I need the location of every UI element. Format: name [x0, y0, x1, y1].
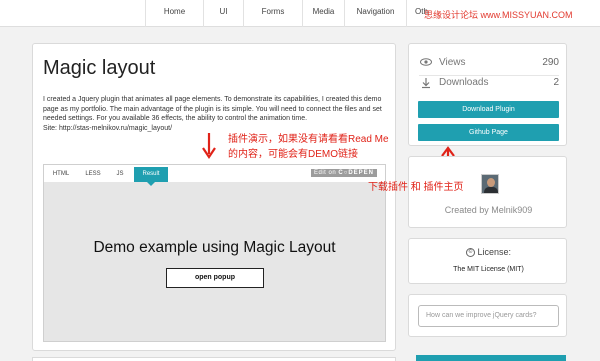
plugin-description: I created a Jquery plugin that animates … [43, 95, 391, 133]
top-nav: Home UI Forms Media Navigation Oth 思缘设计论… [0, 0, 600, 27]
license-icon: © [465, 248, 475, 258]
divider [419, 75, 559, 76]
eye-icon [419, 57, 433, 70]
nav-forms[interactable]: Forms [243, 0, 302, 27]
next-card-edge [32, 357, 396, 361]
license-card: © License: The MIT License (MIT) [408, 238, 567, 284]
feedback-card: How can we improve jQuery cards? [408, 294, 567, 337]
annotation-buttons: 下载插件 和 插件主页 [368, 182, 464, 193]
license-text: The MIT License (MIT) [453, 266, 524, 273]
nav-media[interactable]: Media [302, 0, 344, 27]
download-plugin-button[interactable]: Download Plugin [418, 101, 559, 118]
codepen-edit-link[interactable]: Edit on C○DEPEN [311, 169, 377, 177]
plugin-main-card: Magic layout I created a Jquery plugin t… [32, 43, 396, 351]
license-title: © License: [409, 247, 568, 258]
avatar-body [484, 187, 498, 193]
views-value: 290 [542, 57, 559, 68]
feedback-input[interactable]: How can we improve jQuery cards? [418, 305, 559, 327]
downloads-row: Downloads 2 [419, 77, 559, 91]
tab-result[interactable]: Result [134, 167, 168, 186]
annotation-embed-line1: 插件演示，如果没有请看看Read Me [228, 134, 389, 145]
nav-navigation[interactable]: Navigation [344, 0, 406, 27]
edit-on-label: Edit on [314, 170, 337, 176]
site-link[interactable]: Site: http://stas-melnikov.ru/magic_layo… [43, 125, 172, 132]
license-title-text: License: [477, 247, 512, 257]
demo-title: Demo example using Magic Layout [93, 239, 336, 256]
embed-tab-bar: HTML LESS JS Result Edit on C○DEPEN [44, 165, 385, 186]
nav-ui[interactable]: UI [203, 0, 243, 27]
codepen-logo: C○DEPEN [338, 170, 374, 176]
avatar-head [487, 178, 495, 187]
views-row: Views 290 [419, 57, 559, 71]
codepen-embed: HTML LESS JS Result Edit on C○DEPEN Demo… [43, 164, 386, 342]
github-page-button[interactable]: Github Page [418, 124, 559, 141]
watermark: 思缘设计论坛 www.MISSYUAN.COM [424, 10, 573, 20]
downloads-value: 2 [553, 77, 559, 88]
bottom-button-edge[interactable] [416, 355, 566, 361]
stats-card: Views 290 Downloads 2 Download Plugin Gi… [408, 43, 567, 146]
tab-js[interactable]: JS [112, 167, 128, 182]
open-popup-button[interactable]: open popup [166, 268, 264, 288]
arrow-down-icon [202, 133, 216, 159]
created-by[interactable]: Created by Melnik909 [409, 205, 568, 215]
views-label: Views [439, 57, 466, 68]
nav-home[interactable]: Home [145, 0, 203, 27]
description-text: I created a Jquery plugin that animates … [43, 96, 382, 123]
downloads-label: Downloads [439, 77, 489, 88]
page-title: Magic layout [43, 57, 156, 79]
annotation-embed-line2: 的内容，可能会有DEMO链接 [228, 149, 358, 160]
tab-less[interactable]: LESS [82, 167, 104, 182]
avatar[interactable] [481, 174, 499, 194]
download-icon [419, 77, 433, 92]
tab-html[interactable]: HTML [50, 167, 72, 182]
